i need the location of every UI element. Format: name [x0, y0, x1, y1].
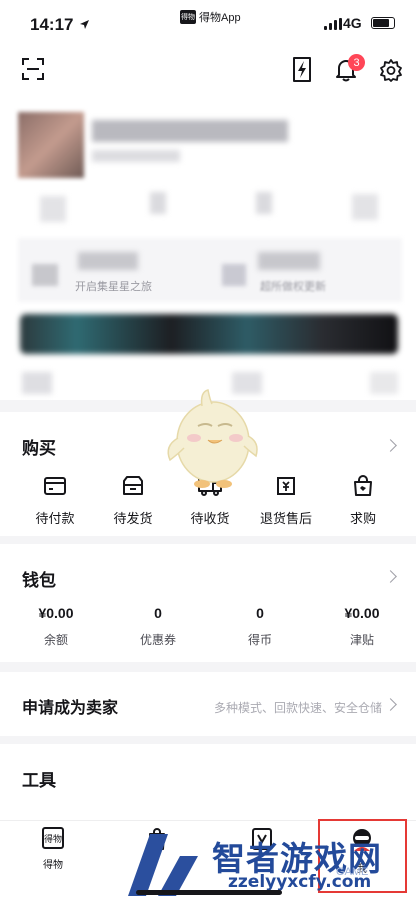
- lightning-card-icon[interactable]: [291, 55, 313, 83]
- promo-title-blurred: [258, 252, 320, 270]
- wallet-label: 余额: [43, 633, 68, 647]
- card-icon: [44, 477, 66, 495]
- status-bar: 14:17 得物 得物App 4G: [0, 0, 416, 44]
- become-seller-row[interactable]: 申请成为卖家 多种模式、回款快速、安全仓储: [0, 672, 416, 736]
- membership-banner[interactable]: [20, 314, 398, 354]
- gear-icon[interactable]: [378, 57, 404, 83]
- order-label: 退货售后: [259, 511, 312, 526]
- wallet-allowance[interactable]: ¥0.00 津贴: [322, 605, 402, 648]
- wallet-card: 钱包 ¥0.00 余额 0 优惠券 0 得币 ¥0.00 津贴: [0, 544, 416, 662]
- wallet-value: ¥0.00: [344, 605, 380, 621]
- watermark-game: GAME: [336, 866, 369, 878]
- order-label: 待发货: [113, 511, 153, 526]
- app-name: 得物App: [199, 12, 241, 24]
- stat-blurred: [352, 194, 378, 220]
- refund-icon: [277, 477, 295, 495]
- app-logo: 得物: [180, 10, 196, 24]
- wallet-value: 0: [154, 605, 162, 621]
- battery-icon: [371, 17, 395, 29]
- orders-title: 购买: [22, 439, 56, 458]
- dewu-home-icon: 得物: [42, 827, 64, 849]
- tool-blurred: [370, 372, 398, 394]
- wallet-coins[interactable]: 0 得币: [220, 605, 300, 648]
- promo-title-blurred: [78, 252, 138, 270]
- wallet-label: 津贴: [349, 633, 374, 647]
- user-subtitle-blurred: [92, 150, 180, 162]
- promo-left-text: 开启集星星之旅: [75, 281, 152, 293]
- signal-icon: [324, 18, 342, 30]
- wallet-value: ¥0.00: [38, 605, 74, 621]
- svg-text:得物: 得物: [44, 833, 62, 845]
- username-blurred: [92, 120, 288, 142]
- tools-title: 工具: [22, 771, 56, 790]
- order-label: 求购: [349, 511, 376, 526]
- chevron-right-icon: [384, 698, 397, 711]
- location-arrow-icon: [80, 20, 89, 29]
- chevron-right-icon[interactable]: [384, 570, 397, 583]
- avatar[interactable]: [18, 112, 84, 178]
- order-wanted[interactable]: 求购: [323, 475, 403, 527]
- wallet-label: 得币: [247, 633, 272, 647]
- watermark-logo: [128, 834, 198, 896]
- tools-card: 工具: [0, 744, 416, 820]
- stat-blurred: [256, 192, 272, 214]
- seller-title: 申请成为卖家: [22, 700, 119, 717]
- bag-icon: [354, 475, 372, 496]
- wallet-balance[interactable]: ¥0.00 余额: [16, 605, 96, 648]
- wallet-value: 0: [256, 605, 264, 621]
- tab-dewu[interactable]: 得物 得物: [23, 827, 83, 871]
- order-label: 待收货: [190, 511, 230, 526]
- tab-label: 得物: [43, 860, 63, 871]
- stat-blurred: [40, 196, 66, 222]
- wallet-label: 优惠券: [139, 633, 176, 647]
- stat-blurred: [150, 192, 166, 214]
- mascot-illustration: [167, 389, 258, 488]
- promo-right-text: 超所做权更新: [260, 281, 326, 293]
- scan-icon[interactable]: [20, 56, 46, 82]
- chevron-right-icon[interactable]: [384, 439, 397, 452]
- app-pill: 得物 得物App: [180, 9, 241, 25]
- network-type: 4G: [343, 15, 362, 31]
- seller-subtitle: 多种模式、回款快速、安全仓储: [213, 701, 382, 715]
- order-label: 待付款: [35, 511, 75, 526]
- wallet-title: 钱包: [22, 571, 56, 590]
- promo-icon: [222, 264, 246, 286]
- status-time: 14:17: [30, 15, 74, 34]
- wallet-coupons[interactable]: 0 优惠券: [118, 605, 198, 648]
- box-icon: [123, 476, 143, 495]
- home-indicator: [136, 890, 282, 895]
- notification-badge: 3: [348, 54, 365, 71]
- order-pending-payment[interactable]: 待付款: [15, 475, 95, 527]
- tool-blurred: [22, 372, 52, 394]
- promo-icon: [32, 264, 58, 286]
